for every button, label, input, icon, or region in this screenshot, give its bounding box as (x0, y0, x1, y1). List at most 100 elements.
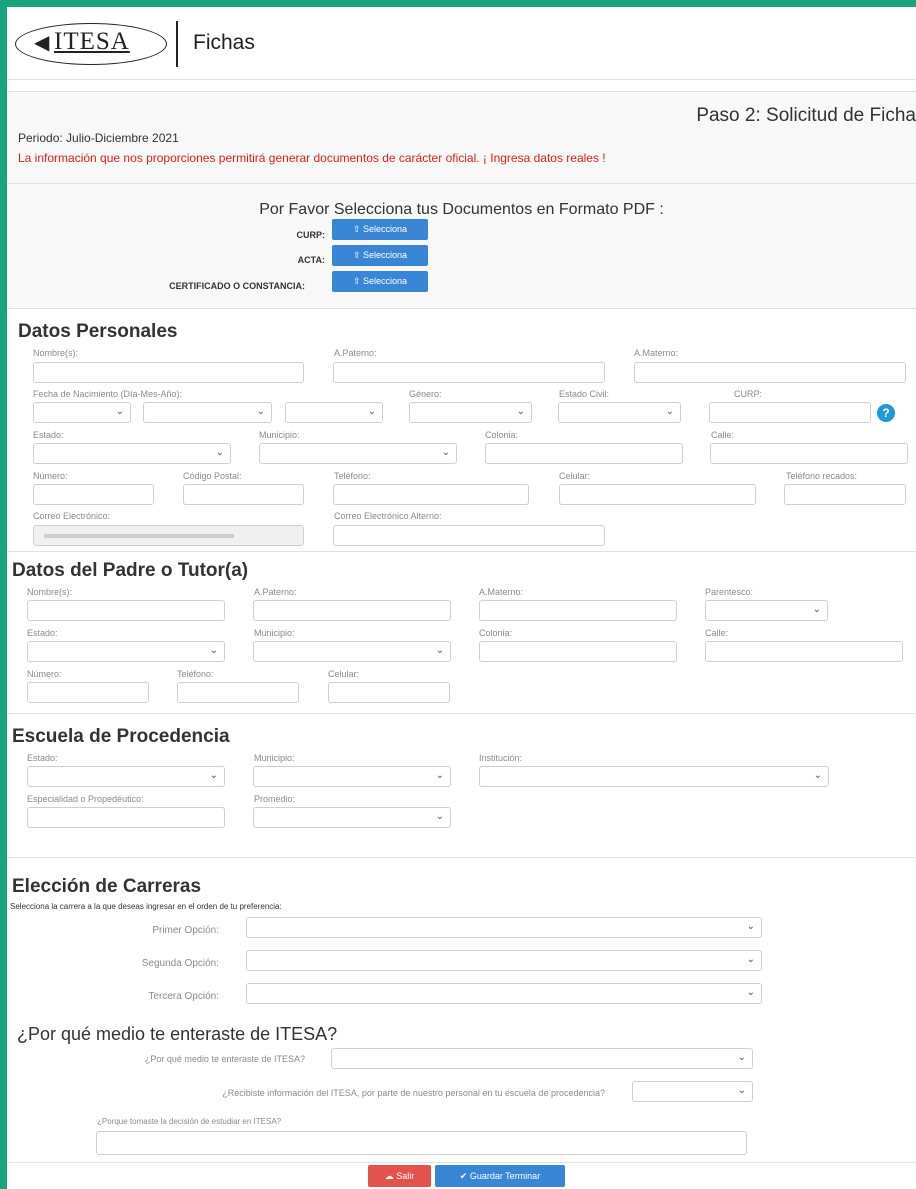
padre-colonia-input[interactable] (479, 641, 677, 662)
numero-input[interactable] (33, 484, 154, 505)
carreras-title: Elección de Carreras (12, 876, 202, 897)
select-acta-button[interactable]: ⇧ Selecciona (332, 245, 428, 266)
padre-numero-input[interactable] (27, 682, 149, 703)
logo-text: ITESA (54, 28, 130, 55)
label-medio-q2: ¿Recibiste información del ITESA, por pa… (222, 1088, 605, 1098)
curp-input[interactable] (709, 402, 871, 423)
codigo-postal-input[interactable] (183, 484, 304, 505)
salir-button[interactable]: ☁ Salir (368, 1165, 431, 1187)
label-segunda-opcion: Segunda Opción: (141, 958, 219, 969)
label-parentesco: Parentesco: (705, 587, 754, 597)
telefono-input[interactable] (333, 484, 529, 505)
anio-select[interactable]: ⌄ (285, 402, 383, 423)
mes-select[interactable]: ⌄ (143, 402, 272, 423)
chevron-down-icon: ⌄ (746, 954, 755, 965)
medio-select[interactable]: ⌄ (331, 1048, 753, 1069)
padre-celular-input[interactable] (328, 682, 450, 703)
parentesco-select[interactable]: ⌄ (705, 600, 828, 621)
chevron-down-icon: ⌄ (812, 604, 821, 615)
padre-telefono-input[interactable] (177, 682, 299, 703)
label-correo: Correo Electrónico: (33, 511, 111, 521)
genero-select[interactable]: ⌄ (409, 402, 532, 423)
escuela-estado-select[interactable]: ⌄ (27, 766, 225, 787)
correo-input[interactable] (33, 525, 304, 546)
chevron-down-icon: ⌄ (737, 1052, 746, 1063)
medio-title: ¿Por qué medio te enteraste de ITESA? (17, 1024, 338, 1044)
chevron-down-icon: ⌄ (665, 406, 674, 417)
label-materno: A.Materno: (634, 348, 679, 358)
especialidad-input[interactable] (27, 807, 225, 828)
chevron-down-icon: ⌄ (746, 987, 755, 998)
label-tercera-opcion: Tercera Opción: (148, 991, 219, 1002)
primer-opcion-select[interactable]: ⌄ (246, 917, 762, 938)
select-curp-label: Selecciona (363, 224, 408, 234)
help-icon[interactable]: ? (877, 404, 895, 422)
eagle-logo-icon: ◀ (34, 30, 50, 54)
label-institucion: Institución: (479, 753, 523, 763)
label-celular: Celular: (559, 471, 591, 481)
redacted-email (44, 534, 234, 538)
promedio-select[interactable]: ⌄ (253, 807, 451, 828)
label-padre-estado: Estado: (27, 628, 58, 638)
doc-label-curp: CURP: (296, 230, 326, 240)
label-nombre: Nombre(s): (33, 348, 79, 358)
chevron-down-icon: ⌄ (367, 406, 376, 417)
label-padre-municipio: Municipio: (254, 628, 295, 638)
padre-municipio-select[interactable]: ⌄ (253, 641, 451, 662)
label-fecha: Fecha de Nacimiento (Día-Mes-Año): (33, 389, 183, 399)
padre-nombre-input[interactable] (27, 600, 225, 621)
paterno-input[interactable] (333, 362, 605, 383)
doc-label-acta: ACTA: (297, 255, 325, 265)
decision-input[interactable] (96, 1131, 747, 1155)
correo-alterno-input[interactable] (333, 525, 605, 546)
municipio-select[interactable]: ⌄ (259, 443, 457, 464)
label-estado: Estado: (33, 430, 64, 440)
padre-paterno-input[interactable] (253, 600, 451, 621)
page: ◀ ITESA Fichas Paso 2: Solicitud de Fich… (7, 7, 916, 1189)
institucion-select[interactable]: ⌄ (479, 766, 829, 787)
estado-select[interactable]: ⌄ (33, 443, 231, 464)
label-escuela-estado: Estado: (27, 753, 58, 763)
periodo-text: Periodo: Julio-Diciembre 2021 (18, 131, 179, 145)
chevron-down-icon: ⌄ (435, 770, 444, 781)
padre-materno-input[interactable] (479, 600, 677, 621)
padre-calle-input[interactable] (705, 641, 903, 662)
select-curp-button[interactable]: ⇧ Selecciona (332, 219, 428, 240)
chevron-down-icon: ⌄ (256, 406, 265, 417)
padre-estado-select[interactable]: ⌄ (27, 641, 225, 662)
colonia-input[interactable] (485, 443, 683, 464)
label-padre-nombre: Nombre(s): (27, 587, 73, 597)
label-medio-q1: ¿Por qué medio te enteraste de ITESA? (144, 1054, 305, 1064)
recibiste-info-select[interactable]: ⌄ (632, 1081, 753, 1102)
escuela-divider (7, 713, 916, 714)
chevron-down-icon: ⌄ (215, 447, 224, 458)
salir-label: Salir (396, 1171, 415, 1181)
step-title: Paso 2: Solicitud de Ficha (696, 105, 916, 126)
label-correo-alt: Correo Electrónico Alterno: (334, 511, 442, 521)
label-promedio: Promedio: (254, 794, 296, 804)
escuela-municipio-select[interactable]: ⌄ (253, 766, 451, 787)
chevron-down-icon: ⌄ (209, 770, 218, 781)
telefono-recados-input[interactable] (784, 484, 906, 505)
app-title: Fichas (193, 31, 255, 54)
segunda-opcion-select[interactable]: ⌄ (246, 950, 762, 971)
guardar-terminar-button[interactable]: ✔ Guardar Terminar (435, 1165, 565, 1187)
label-padre-celular: Celular: (328, 669, 360, 679)
celular-input[interactable] (559, 484, 756, 505)
tercera-opcion-select[interactable]: ⌄ (246, 983, 762, 1004)
label-padre-calle: Calle: (705, 628, 729, 638)
padre-title: Datos del Padre o Tutor(a) (12, 560, 249, 581)
estado-civil-select[interactable]: ⌄ (558, 402, 681, 423)
chevron-down-icon: ⌄ (813, 770, 822, 781)
materno-input[interactable] (634, 362, 906, 383)
label-telefono: Teléfono: (334, 471, 371, 481)
label-padre-numero: Número: (27, 669, 62, 679)
select-certificado-button[interactable]: ⇧ Selecciona (332, 271, 428, 292)
itesa-logo[interactable]: ◀ ITESA (15, 23, 167, 65)
nombre-input[interactable] (33, 362, 304, 383)
carreras-subtitle: Selecciona la carrera a la que deseas in… (10, 902, 282, 911)
calle-input[interactable] (710, 443, 908, 464)
chevron-down-icon: ⌄ (209, 645, 218, 656)
chevron-down-icon: ⌄ (746, 921, 755, 932)
dia-select[interactable]: ⌄ (33, 402, 131, 423)
